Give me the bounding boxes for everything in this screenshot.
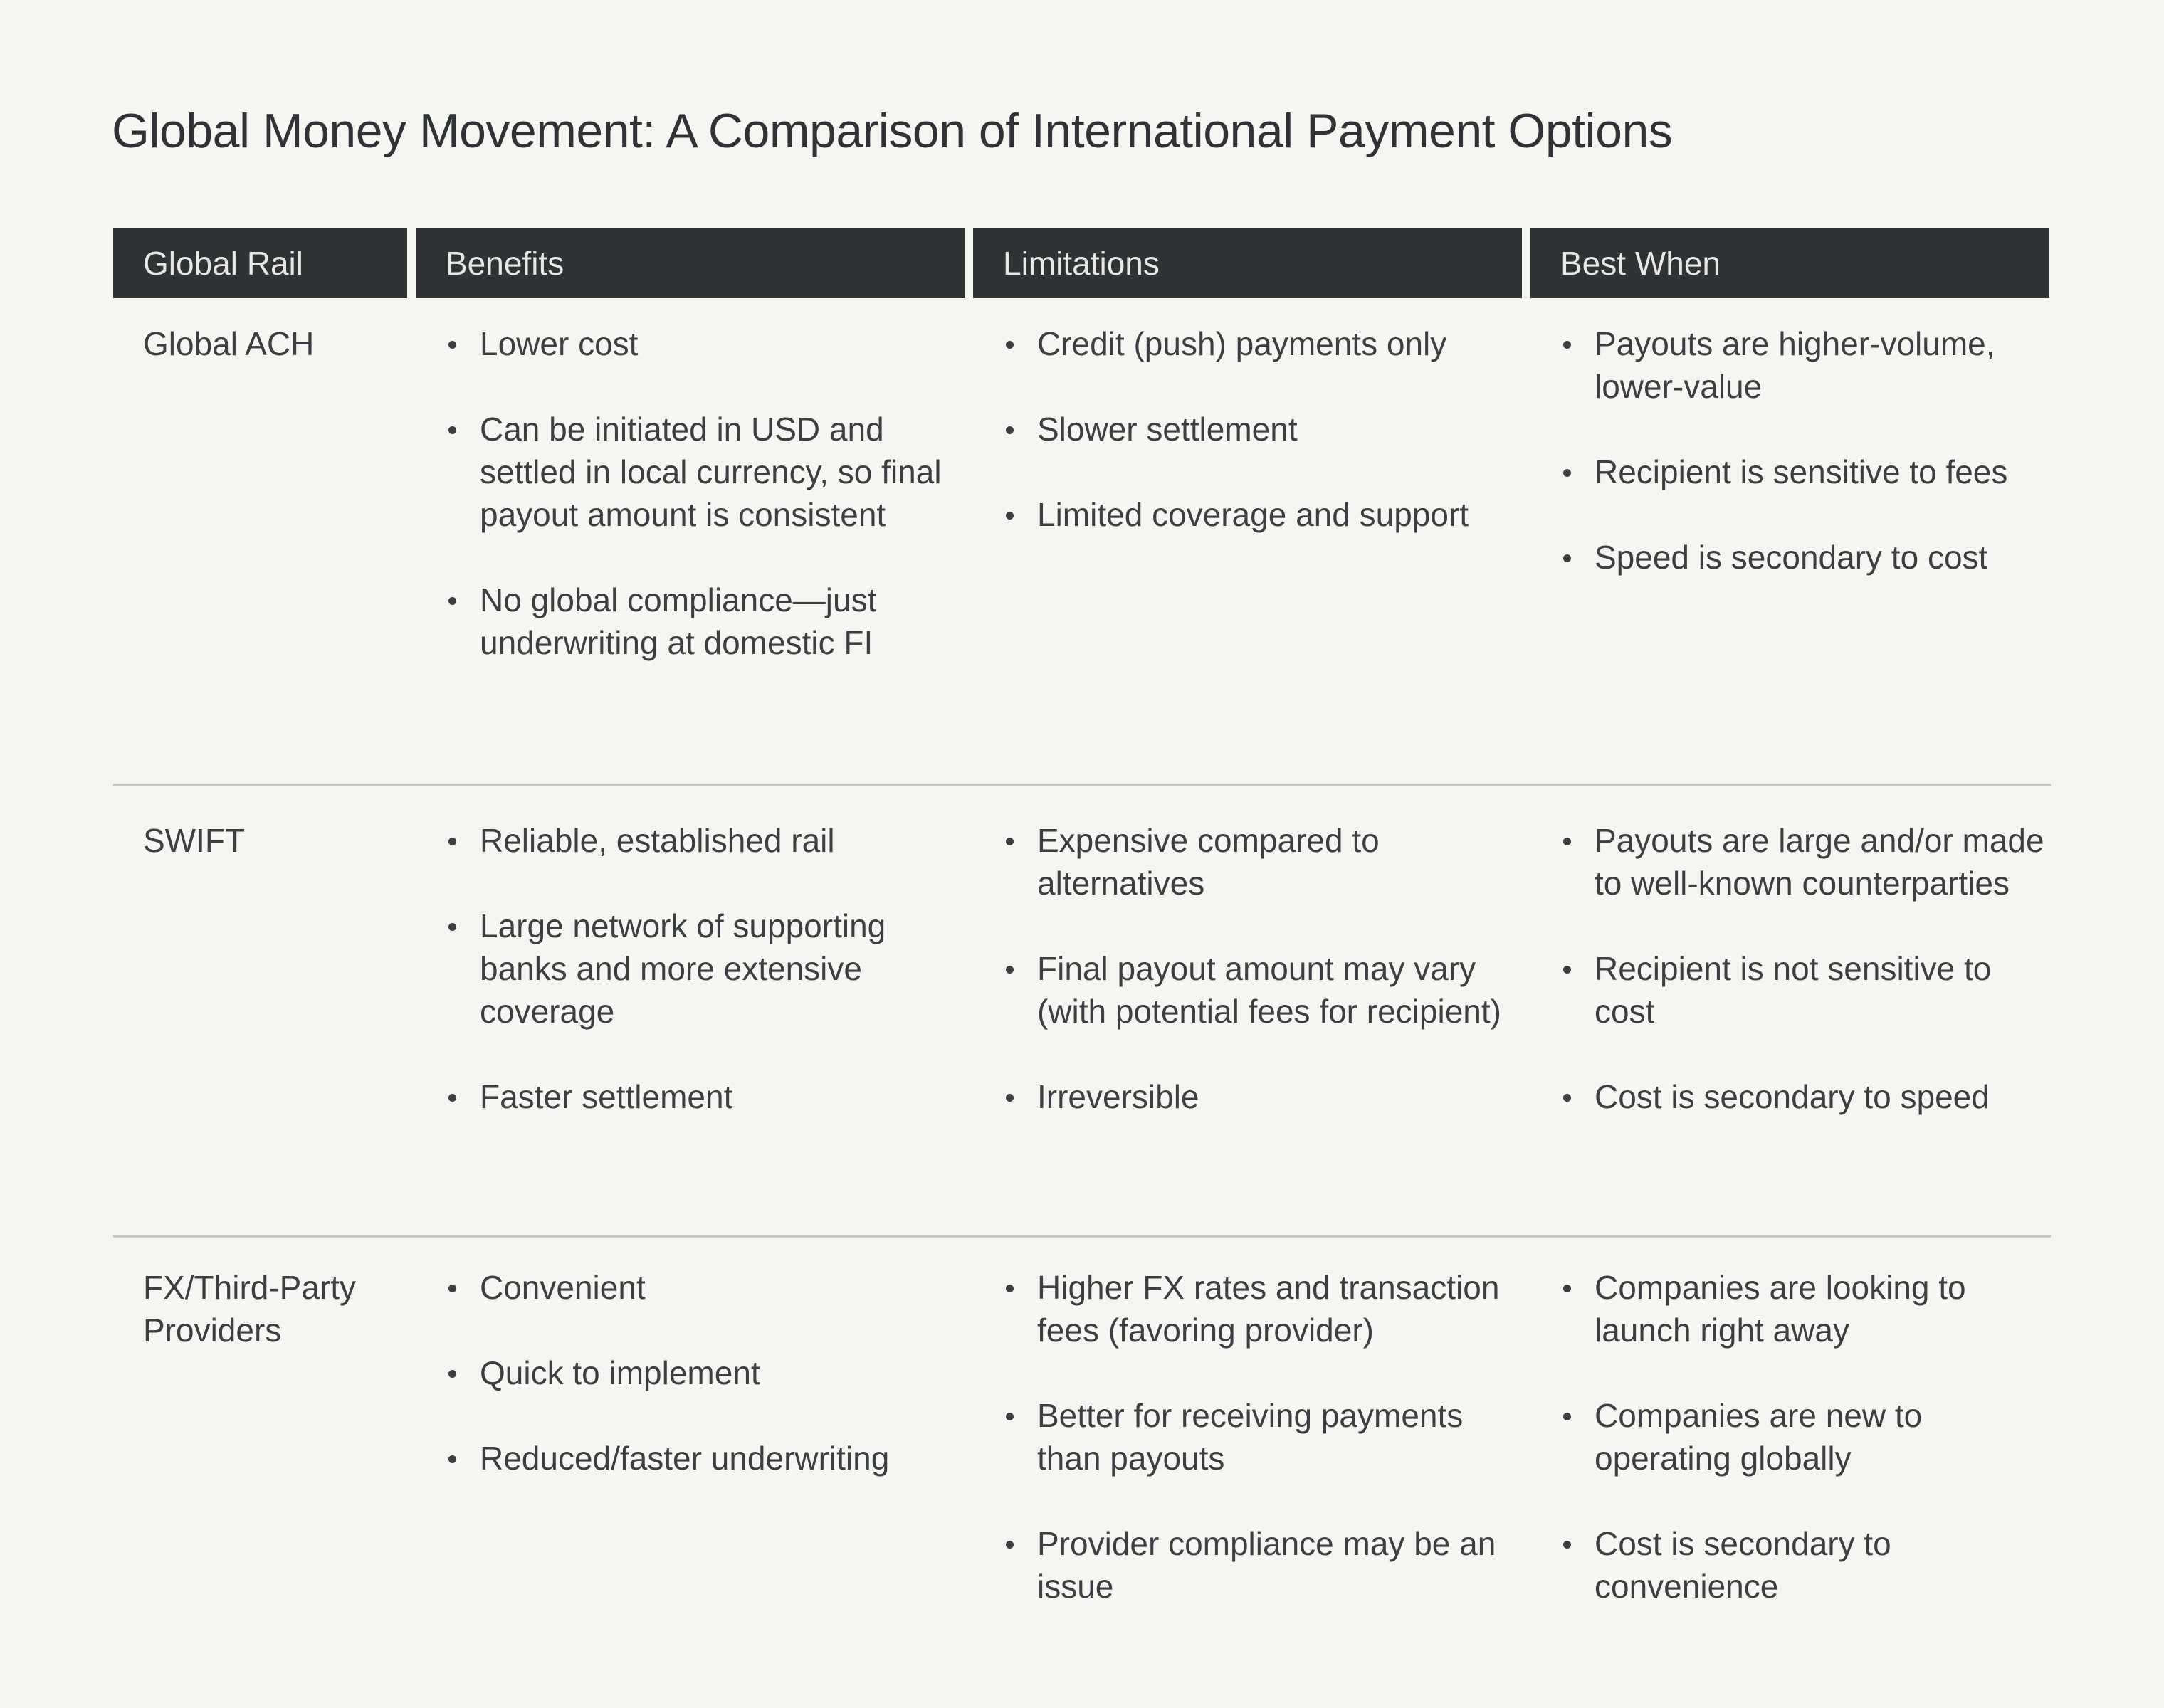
limitations-cell: Credit (push) payments only Slower settl… [973,322,1522,784]
header-best-when: Best When [1530,228,2049,298]
rail-name: SWIFT [143,822,246,859]
list-item: Large network of supporting banks and mo… [446,905,965,1033]
list-item: Speed is secondary to cost [1560,536,2049,579]
list-item: Quick to implement [446,1351,965,1394]
best-when-cell: Companies are looking to launch right aw… [1530,1266,2049,1608]
comparison-table: Global Rail Benefits Limitations Best Wh… [113,228,2051,1608]
header-benefits: Benefits [416,228,965,298]
rail-name: FX/Third-Party Providers [143,1269,357,1349]
list-item: Reliable, established rail [446,819,965,862]
list-item: Reduced/faster underwriting [446,1437,965,1480]
list-item: Payouts are large and/or made to well-kn… [1560,819,2049,905]
best-when-cell: Payouts are higher-volume, lower-value R… [1530,322,2049,784]
benefits-cell: Reliable, established rail Large network… [416,819,965,1235]
table-header: Global Rail Benefits Limitations Best Wh… [113,228,2051,298]
limitations-cell: Expensive compared to alternatives Final… [973,819,1522,1235]
list-item: Better for receiving payments than payou… [1003,1394,1522,1480]
benefits-cell: Lower cost Can be initiated in USD and s… [416,322,965,784]
list-item: Faster settlement [446,1075,965,1118]
table-row-swift: SWIFT Reliable, established rail Large n… [113,786,2051,1235]
table-row-global-ach: Global ACH Lower cost Can be initiated i… [113,298,2051,784]
list-item: Convenient [446,1266,965,1309]
list-item: Cost is secondary to speed [1560,1075,2049,1118]
list-item: Provider compliance may be an issue [1003,1522,1522,1608]
list-item: Companies are looking to launch right aw… [1560,1266,2049,1351]
list-item: Credit (push) payments only [1003,322,1522,365]
list-item: Cost is secondary to convenience [1560,1522,2049,1608]
list-item: Expensive compared to alternatives [1003,819,1522,905]
list-item: Slower settlement [1003,408,1522,450]
list-item: No global compliance—just underwriting a… [446,579,965,664]
rail-name: Global ACH [143,325,315,362]
list-item: Recipient is not sensitive to cost [1560,947,2049,1033]
benefits-cell: Convenient Quick to implement Reduced/fa… [416,1266,965,1608]
list-item: Recipient is sensitive to fees [1560,450,2049,493]
list-item: Higher FX rates and transaction fees (fa… [1003,1266,1522,1351]
page-title: Global Money Movement: A Comparison of I… [112,104,1673,158]
list-item: Final payout amount may vary (with poten… [1003,947,1522,1033]
list-item: Irreversible [1003,1075,1522,1118]
list-item: Companies are new to operating globally [1560,1394,2049,1480]
header-limitations: Limitations [973,228,1522,298]
header-global-rail: Global Rail [113,228,407,298]
table-row-fx-third-party: FX/Third-Party Providers Convenient Quic… [113,1238,2051,1608]
list-item: Lower cost [446,322,965,365]
best-when-cell: Payouts are large and/or made to well-kn… [1530,819,2049,1235]
list-item: Payouts are higher-volume, lower-value [1560,322,2049,408]
limitations-cell: Higher FX rates and transaction fees (fa… [973,1266,1522,1608]
list-item: Limited coverage and support [1003,493,1522,536]
list-item: Can be initiated in USD and settled in l… [446,408,965,536]
